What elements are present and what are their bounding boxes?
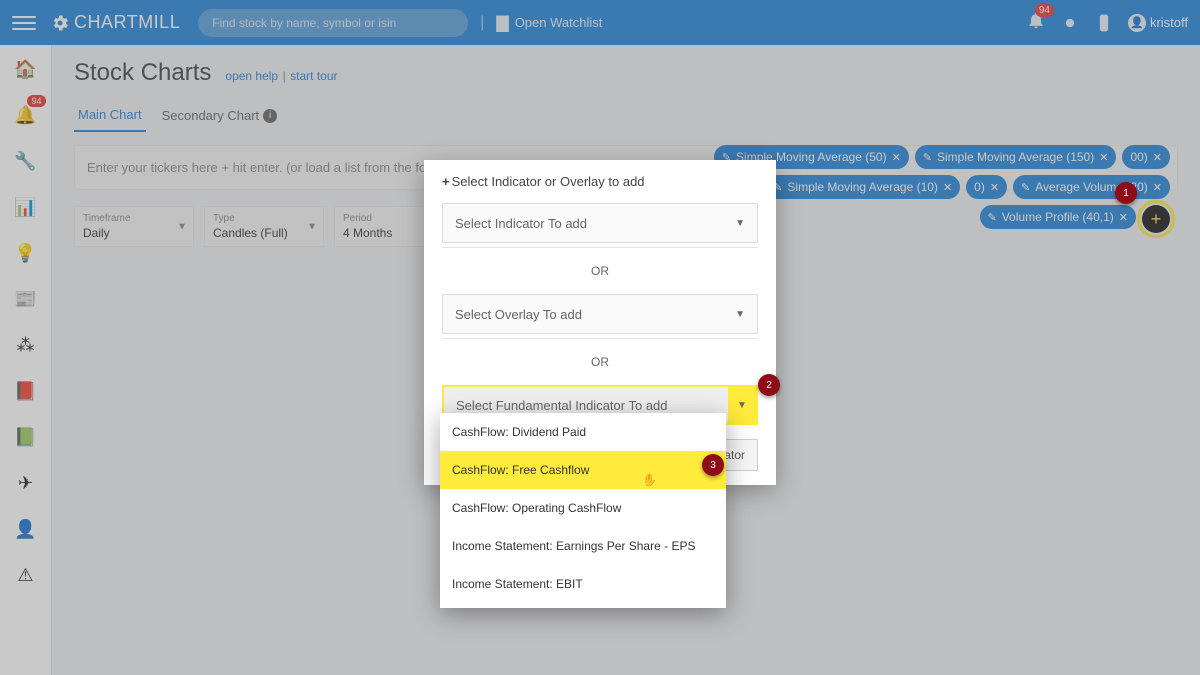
cursor-icon: ✋: [642, 473, 657, 487]
plus-icon: +: [442, 174, 450, 189]
fundamental-dropdown-list[interactable]: CashFlow: Dividend Paid CashFlow: Free C…: [440, 413, 726, 608]
caret-highlight: ▼: [728, 387, 756, 423]
dd-eps[interactable]: Income Statement: Earnings Per Share - E…: [440, 527, 726, 565]
dd-dividend-paid[interactable]: CashFlow: Dividend Paid: [440, 413, 726, 451]
step-marker-1: 1: [1115, 182, 1137, 204]
caret-icon: ▼: [735, 218, 745, 229]
dd-operating-cashflow[interactable]: CashFlow: Operating CashFlow: [440, 489, 726, 527]
caret-icon: ▼: [735, 309, 745, 320]
dd-ebit[interactable]: Income Statement: EBIT: [440, 565, 726, 603]
dd-free-cashflow[interactable]: CashFlow: Free Cashflow: [440, 451, 726, 489]
or-label-1: OR: [442, 248, 758, 294]
select-overlay-dropdown[interactable]: Select Overlay To add ▼: [442, 294, 758, 334]
dialog-title: +Select Indicator or Overlay to add: [442, 174, 758, 189]
or-label-2: OR: [442, 339, 758, 385]
dd-gross-profit[interactable]: Income Statement: Gross Profit: [440, 603, 726, 608]
select-indicator-dropdown[interactable]: Select Indicator To add ▼: [442, 203, 758, 243]
step-marker-3: 3: [702, 454, 724, 476]
step-marker-2: 2: [758, 374, 780, 396]
